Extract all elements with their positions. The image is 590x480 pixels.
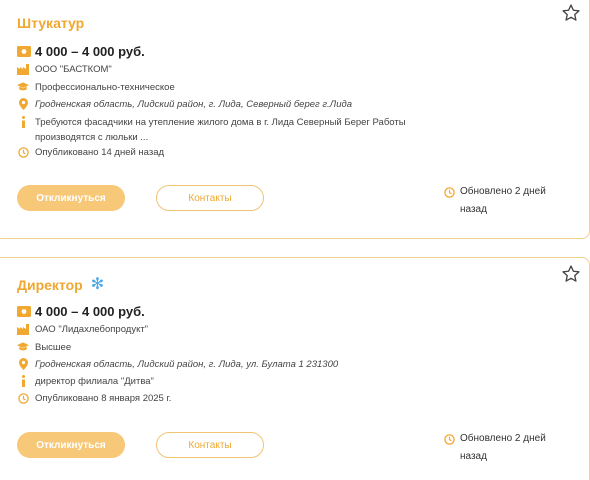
map-pin-icon [17, 357, 29, 371]
published-date: Опубликовано 8 января 2025 г. [35, 393, 172, 404]
map-pin-icon [17, 97, 29, 111]
clock-icon [444, 183, 456, 201]
salary: 4 000 – 4 000 руб. [35, 44, 145, 59]
updated-text: Обновлено 2 дней назад [460, 433, 546, 462]
location: Гродненская область, Лидский район, г. Л… [35, 99, 353, 110]
apply-button[interactable]: Откликнуться [17, 432, 125, 458]
money-icon [17, 46, 31, 57]
star-icon[interactable] [561, 3, 581, 23]
updated-info: Обновлено 2 дней назад [444, 183, 560, 219]
clock-icon [444, 430, 456, 448]
education: Профессионально-техническое [35, 82, 175, 93]
info-icon [17, 115, 29, 129]
apply-button[interactable]: Откликнуться [17, 185, 125, 211]
description: директор филиала "Дитва" [35, 376, 154, 387]
description-row: директор филиала "Дитва" [17, 374, 425, 389]
salary-row: 4 000 – 4 000 руб. [17, 44, 145, 59]
clock-icon [17, 391, 29, 405]
vacancy-card: Штукатур 4 000 – 4 000 руб. ООО "БАСТКОМ… [0, 0, 590, 239]
company-row: ОАО "Лидахлебопродукт" [17, 322, 148, 337]
education: Высшее [35, 342, 72, 353]
factory-icon [17, 322, 29, 336]
published-date: Опубликовано 14 дней назад [35, 147, 165, 158]
factory-icon [17, 62, 29, 76]
location-row: Гродненская область, Лидский район, г. Л… [17, 357, 338, 372]
published-row: Опубликовано 8 января 2025 г. [17, 391, 171, 406]
location-row: Гродненская область, Лидский район, г. Л… [17, 97, 352, 112]
description: Требуются фасадчики на утепление жилого … [35, 117, 406, 143]
graduation-cap-icon [17, 80, 29, 94]
description-row: Требуются фасадчики на утепление жилого … [17, 115, 425, 145]
money-icon [17, 306, 31, 317]
company-row: ООО "БАСТКОМ" [17, 62, 112, 77]
salary: 4 000 – 4 000 руб. [35, 304, 145, 319]
contacts-button[interactable]: Контакты [156, 432, 264, 458]
clock-icon [17, 145, 29, 159]
contacts-button[interactable]: Контакты [156, 185, 264, 211]
company-name[interactable]: ООО "БАСТКОМ" [35, 62, 112, 77]
vacancy-title-row: Штукатур [17, 15, 84, 31]
salary-row: 4 000 – 4 000 руб. [17, 304, 145, 319]
education-row: Высшее [17, 340, 71, 355]
vacancy-title[interactable]: Штукатур [17, 15, 84, 31]
updated-info: Обновлено 2 дней назад [444, 430, 560, 466]
vacancy-card: Директор ✻ 4 000 – 4 000 руб. ОАО "Лидах… [0, 257, 590, 480]
star-icon[interactable] [561, 264, 581, 284]
education-row: Профессионально-техническое [17, 80, 175, 95]
info-icon [17, 374, 29, 388]
vacancy-title[interactable]: Директор [17, 277, 83, 293]
published-row: Опубликовано 14 дней назад [17, 145, 164, 160]
company-name[interactable]: ОАО "Лидахлебопродукт" [35, 322, 148, 337]
vacancy-title-row: Директор ✻ [17, 276, 105, 294]
graduation-cap-icon [17, 340, 29, 354]
snowflake-icon: ✻ [90, 276, 105, 293]
updated-text: Обновлено 2 дней назад [460, 186, 546, 215]
location: Гродненская область, Лидский район, г. Л… [35, 359, 339, 370]
